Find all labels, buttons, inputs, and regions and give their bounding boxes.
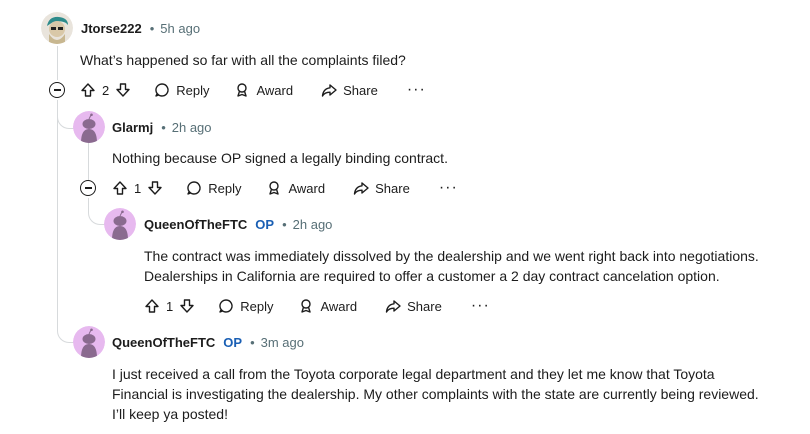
comment-actions: 1 Reply Award Share ··· xyxy=(112,178,458,198)
award-button[interactable]: Award xyxy=(266,180,325,196)
vote-count: 2 xyxy=(102,82,110,98)
share-icon xyxy=(353,180,369,196)
downvote-icon[interactable] xyxy=(147,180,163,196)
collapse-thread-button[interactable] xyxy=(49,82,65,98)
more-options-icon[interactable]: ··· xyxy=(471,298,490,314)
comment-time[interactable]: 3m ago xyxy=(261,335,304,350)
award-label: Award xyxy=(288,180,326,196)
comment-meta: QueenOfTheFTC OP • 3m ago xyxy=(112,335,304,350)
comment-actions: 2 Reply Award Share ··· xyxy=(80,80,426,100)
avatar[interactable] xyxy=(41,12,73,44)
op-badge: OP xyxy=(255,217,275,232)
share-button[interactable]: Share xyxy=(353,180,410,196)
share-label: Share xyxy=(375,180,410,196)
comment-body: I just received a call from the Toyota c… xyxy=(112,364,759,424)
comment-author[interactable]: QueenOfTheFTC xyxy=(144,217,247,232)
comment-icon xyxy=(186,180,202,196)
award-label: Award xyxy=(256,82,294,98)
vote-group: 1 xyxy=(144,298,195,314)
comment-body-line: Dealerships in California are required t… xyxy=(144,268,720,284)
vote-group: 1 xyxy=(112,180,163,196)
comment-body-line: What’s happened so far with all the comp… xyxy=(80,52,406,68)
comment-body-line: The contract was immediately dissolved b… xyxy=(144,248,759,264)
reply-label: Reply xyxy=(176,82,210,98)
comment-body: What’s happened so far with all the comp… xyxy=(80,50,406,70)
share-icon xyxy=(385,298,401,314)
share-label: Share xyxy=(407,298,442,314)
comment-time[interactable]: 2h ago xyxy=(172,120,212,135)
share-button[interactable]: Share xyxy=(321,82,378,98)
comment-icon xyxy=(154,82,170,98)
avatar[interactable] xyxy=(104,208,136,240)
reply-button[interactable]: Reply xyxy=(154,82,209,98)
comment-time[interactable]: 5h ago xyxy=(160,21,200,36)
comment-meta: QueenOfTheFTC OP • 2h ago xyxy=(144,217,332,232)
award-button[interactable]: Award xyxy=(298,298,357,314)
thread-connector xyxy=(57,106,74,129)
collapse-thread-button[interactable] xyxy=(80,180,96,196)
comment-body-line: Nothing because OP signed a legally bind… xyxy=(112,150,448,166)
comment-time[interactable]: 2h ago xyxy=(293,217,333,232)
award-icon xyxy=(234,82,250,98)
award-label: Award xyxy=(320,298,358,314)
comment-body: The contract was immediately dissolved b… xyxy=(144,246,759,286)
meta-separator: • xyxy=(149,21,155,36)
comment-author[interactable]: Jtorse222 xyxy=(81,21,142,36)
reply-button[interactable]: Reply xyxy=(218,298,273,314)
thread-line xyxy=(57,46,58,80)
reply-label: Reply xyxy=(208,180,242,196)
upvote-icon[interactable] xyxy=(144,298,160,314)
comment-body-line: Financial is investigating the dealershi… xyxy=(112,386,759,402)
thread-line xyxy=(88,142,89,180)
award-button[interactable]: Award xyxy=(234,82,293,98)
op-badge: OP xyxy=(223,335,243,350)
comment-actions: 1 Reply Award Share ··· xyxy=(144,296,490,316)
upvote-icon[interactable] xyxy=(112,180,128,196)
avatar[interactable] xyxy=(73,111,105,143)
share-label: Share xyxy=(343,82,378,98)
reply-label: Reply xyxy=(240,298,274,314)
comment-body-line: I just received a call from the Toyota c… xyxy=(112,366,715,382)
comment-author[interactable]: QueenOfTheFTC xyxy=(112,335,215,350)
award-icon xyxy=(298,298,314,314)
meta-separator: • xyxy=(250,335,255,350)
comment-author[interactable]: Glarmj xyxy=(112,120,153,135)
share-icon xyxy=(321,82,337,98)
meta-separator: • xyxy=(161,120,166,135)
vote-count: 1 xyxy=(134,180,142,196)
more-options-icon[interactable]: ··· xyxy=(439,180,458,196)
vote-count: 1 xyxy=(166,298,174,314)
comment-icon xyxy=(218,298,234,314)
comment-body-line: I’ll keep ya posted! xyxy=(112,406,228,422)
more-options-icon[interactable]: ··· xyxy=(407,82,426,98)
reply-button[interactable]: Reply xyxy=(186,180,241,196)
comment-body: Nothing because OP signed a legally bind… xyxy=(112,148,448,168)
thread-connector xyxy=(57,312,74,343)
thread-connector xyxy=(88,198,105,225)
share-button[interactable]: Share xyxy=(385,298,442,314)
avatar[interactable] xyxy=(73,326,105,358)
comment-meta: Jtorse222 • 5h ago xyxy=(81,21,200,36)
thread-line xyxy=(57,100,58,312)
meta-separator: • xyxy=(282,217,287,232)
comment-meta: Glarmj • 2h ago xyxy=(112,120,212,135)
downvote-icon[interactable] xyxy=(115,82,131,98)
upvote-icon[interactable] xyxy=(80,82,96,98)
downvote-icon[interactable] xyxy=(179,298,195,314)
award-icon xyxy=(266,180,282,196)
vote-group: 2 xyxy=(80,82,131,98)
